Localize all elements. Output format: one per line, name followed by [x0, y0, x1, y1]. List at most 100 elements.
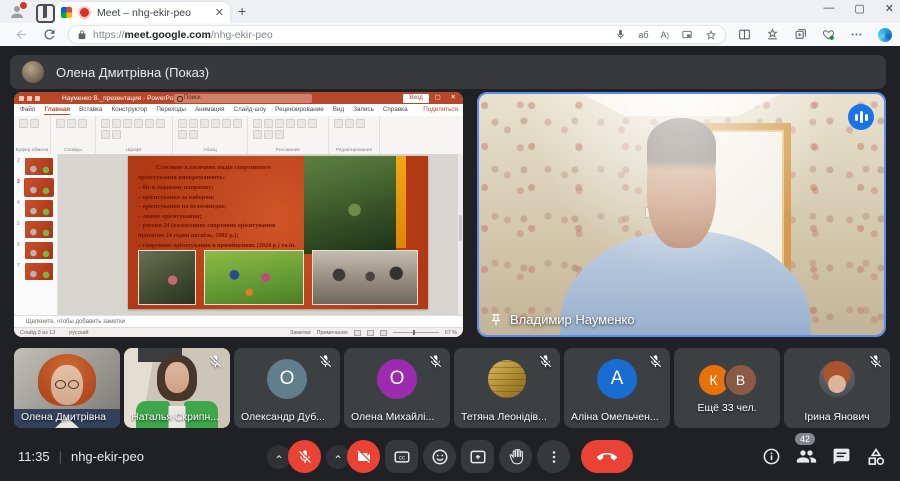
- slide-thumb-7[interactable]: 7: [14, 261, 57, 282]
- profile-button[interactable]: [8, 3, 26, 21]
- new-tab-button[interactable]: +: [238, 3, 246, 19]
- raise-hand-button[interactable]: [499, 440, 532, 473]
- participant-tile-olena-m[interactable]: О Олена Михайлі...: [344, 348, 450, 428]
- participant-name: Наталья Скрипн...: [131, 411, 219, 423]
- ppt-share-button[interactable]: Поделиться: [423, 106, 458, 113]
- mic-permission-icon[interactable]: [615, 29, 626, 40]
- slide-bullet: – спортивне орієнтування в приміщеннях (…: [138, 241, 310, 251]
- browser-essentials-icon[interactable]: [822, 28, 835, 41]
- copilot-icon[interactable]: [878, 28, 892, 42]
- ppt-tab-6[interactable]: Слайд-шоу: [234, 106, 267, 114]
- camera-off-button[interactable]: [347, 440, 380, 473]
- slide-thumb-6[interactable]: 6: [14, 240, 57, 261]
- ppt-zoom-level[interactable]: 67 %: [445, 330, 457, 336]
- participant-tile-tetyana[interactable]: Тетяна Леонідів...: [454, 348, 560, 428]
- more-options-button[interactable]: [537, 440, 570, 473]
- chat-panel-icon[interactable]: [832, 447, 851, 466]
- participant-tile-natalya[interactable]: Наталья Скрипн...: [124, 348, 230, 428]
- ppt-tab-10[interactable]: Справка: [383, 106, 408, 114]
- slide-thumb-4[interactable]: 4: [14, 198, 57, 219]
- slide-photo-field: [204, 250, 304, 305]
- activities-icon[interactable]: [866, 447, 886, 467]
- ppt-view-normal-icon[interactable]: [354, 330, 361, 336]
- favorites-bar-icon[interactable]: [766, 28, 779, 41]
- participant-tile-alina[interactable]: А Аліна Омельчен...: [564, 348, 670, 428]
- slide-bullets: – біг в заданому напрямку;– орієнтування…: [138, 183, 310, 250]
- ppt-zoom-slider[interactable]: [393, 332, 439, 333]
- more-menu-icon[interactable]: [850, 28, 863, 41]
- url-bar[interactable]: https://meet.google.com/nhg-ekir-peo аб …: [68, 25, 726, 44]
- overflow-avatar-b: В: [724, 363, 758, 397]
- ppt-language[interactable]: русский: [69, 330, 88, 336]
- ppt-tab-1[interactable]: Главная: [44, 106, 70, 115]
- slide-photo-child: [138, 250, 196, 305]
- slide-thumb-3[interactable]: 3: [14, 177, 57, 198]
- participant-tile-overflow[interactable]: К В Ещё 33 чел.: [674, 348, 780, 428]
- ribbon-group-3[interactable]: Абзац: [173, 116, 248, 154]
- close-button[interactable]: ✕: [885, 2, 894, 15]
- ppt-tab-3[interactable]: Конструктор: [112, 106, 148, 114]
- ppt-scrollbar[interactable]: [458, 154, 463, 315]
- video-pip-icon[interactable]: [681, 29, 693, 40]
- end-call-button[interactable]: [581, 440, 633, 473]
- participant-name: Олена Дмитрівна: [21, 411, 106, 423]
- ribbon-group-5[interactable]: Редактирование: [329, 116, 380, 154]
- present-button[interactable]: [461, 440, 494, 473]
- captions-button[interactable]: cc: [385, 440, 418, 473]
- maximize-button[interactable]: ▢: [854, 2, 864, 15]
- ppt-comments-toggle[interactable]: Примечания: [317, 330, 348, 336]
- back-icon[interactable]: [14, 27, 29, 42]
- ppt-tab-0[interactable]: Файл: [20, 106, 35, 114]
- ppt-notes-area[interactable]: Щелкните, чтобы добавить заметки: [14, 315, 463, 327]
- translate-icon[interactable]: аб: [638, 30, 648, 40]
- speaker-tile[interactable]: Владимир Науменко: [477, 92, 886, 337]
- ribbon-group-2[interactable]: Шрифт: [96, 116, 173, 154]
- participant-strip: Олена Дмитрівна Наталья Скрипн... О Олек…: [14, 348, 890, 428]
- ppt-view-sorter-icon[interactable]: [367, 330, 374, 336]
- ppt-tab-9[interactable]: Запись: [353, 106, 374, 114]
- participant-tile-olena-d[interactable]: Олена Дмитрівна: [14, 348, 120, 428]
- ppt-slide-panel[interactable]: 234567: [14, 154, 58, 315]
- window-controls: — ▢ ✕: [823, 2, 894, 15]
- ppt-search-box[interactable]: Поиск: [174, 94, 312, 103]
- mic-mute-button[interactable]: [288, 440, 321, 473]
- ribbon-group-1[interactable]: Слайды: [51, 116, 96, 154]
- split-screen-icon[interactable]: [738, 28, 751, 41]
- letter-avatar: О: [267, 359, 307, 399]
- ppt-notes-toggle[interactable]: Заметки: [290, 330, 311, 336]
- slide-bullet: – лижне орієнтування;: [138, 212, 310, 222]
- tab-close-icon[interactable]: ✕: [215, 6, 224, 19]
- meeting-details-icon[interactable]: [762, 447, 781, 466]
- ribbon-group-0[interactable]: Буфер обмена: [14, 116, 51, 154]
- ppt-tab-4[interactable]: Переходы: [156, 106, 186, 114]
- reactions-button[interactable]: [423, 440, 456, 473]
- slide-thumb-5[interactable]: 5: [14, 219, 57, 240]
- people-panel-icon[interactable]: [796, 446, 817, 467]
- ppt-tab-7[interactable]: Рецензирование: [275, 106, 324, 114]
- ribbon-group-4[interactable]: Рисование: [248, 116, 329, 154]
- panel-controls: 42: [762, 432, 886, 481]
- slide-photo-forest: [304, 156, 396, 254]
- browser-tab[interactable]: Meet – nhg-ekir-peo ✕: [55, 2, 230, 23]
- read-aloud-icon[interactable]: A): [660, 30, 669, 40]
- ppt-window-controls[interactable]: – ▢ ✕: [421, 92, 460, 104]
- ppt-tab-2[interactable]: Вставка: [79, 106, 102, 114]
- participant-tile-iryna[interactable]: Ірина Янович: [784, 348, 890, 428]
- ppt-tab-5[interactable]: Анимация: [195, 106, 225, 114]
- minimize-button[interactable]: —: [823, 2, 834, 15]
- lock-icon[interactable]: [77, 30, 87, 40]
- tab-activity-icon[interactable]: [36, 4, 55, 23]
- ppt-tab-8[interactable]: Вид: [333, 106, 344, 114]
- participant-tile-oleksandr[interactable]: О Олександр Дуб...: [234, 348, 340, 428]
- screenshare-tile[interactable]: Науменко В._презентация - PowerPoint Пои…: [14, 92, 463, 337]
- pin-icon: [489, 313, 503, 327]
- ppt-window-title: Науменко В._презентация - PowerPoint: [62, 95, 180, 102]
- ppt-ribbon-groups: Буфер обменаСлайдыШрифтАбзацРисованиеРед…: [14, 116, 463, 155]
- participant-count-badge: 42: [795, 433, 815, 445]
- collections-icon[interactable]: [794, 28, 807, 41]
- ppt-view-slideshow-icon[interactable]: [380, 330, 387, 336]
- speaker-name-overlay: Владимир Науменко: [489, 312, 635, 327]
- slide-thumb-2[interactable]: 2: [14, 156, 57, 177]
- favorite-star-icon[interactable]: [705, 29, 717, 41]
- refresh-icon[interactable]: [42, 27, 57, 42]
